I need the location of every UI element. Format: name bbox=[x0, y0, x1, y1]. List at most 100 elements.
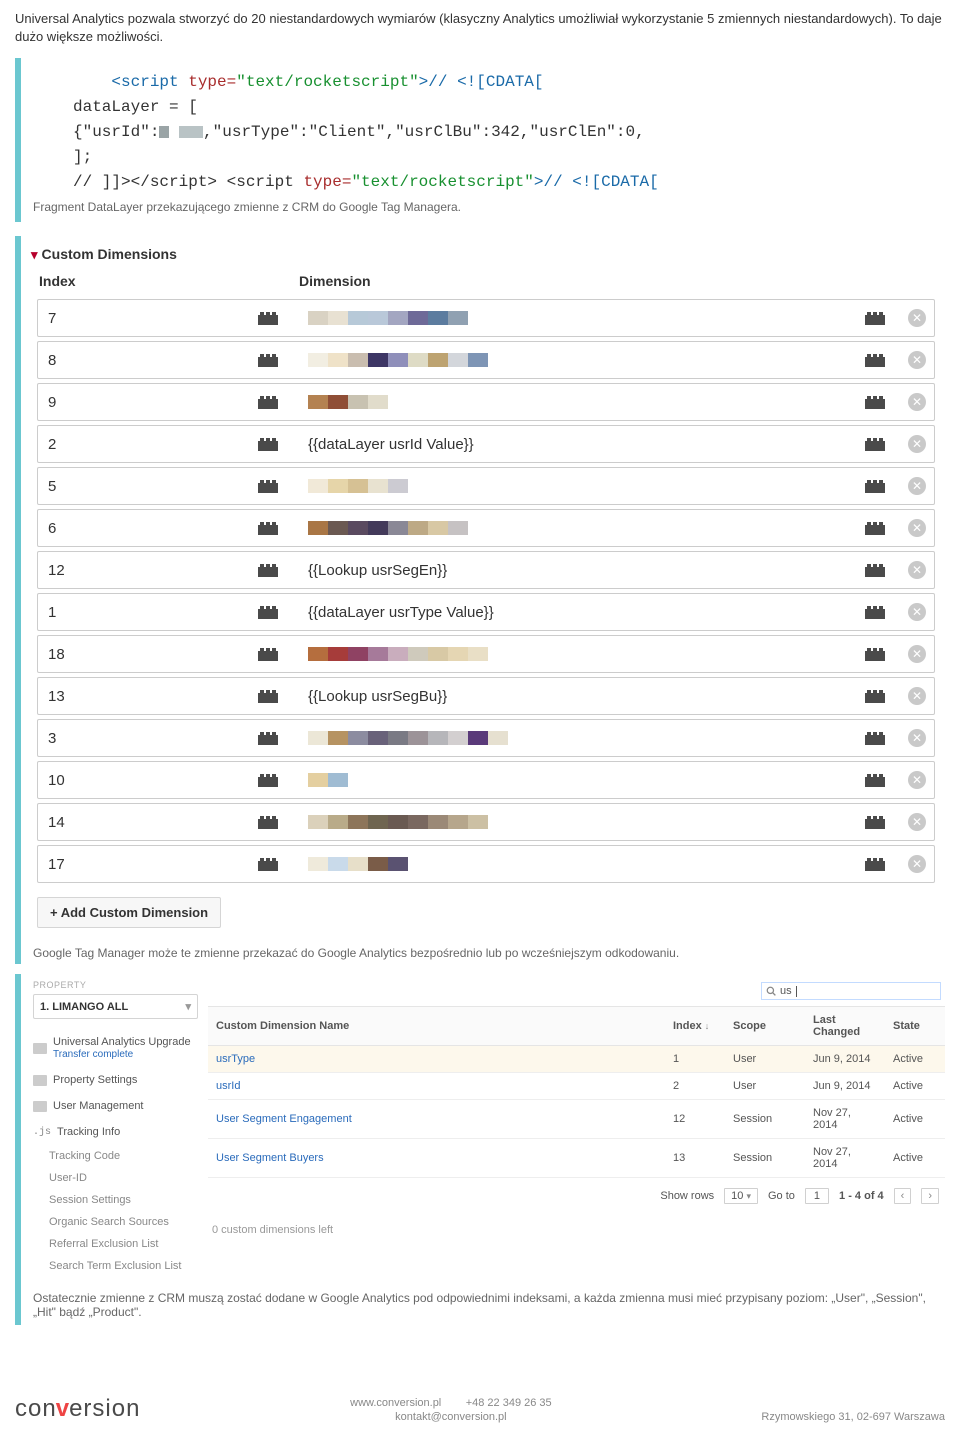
close-icon[interactable]: ✕ bbox=[908, 393, 926, 411]
add-custom-dimension-button[interactable]: + Add Custom Dimension bbox=[37, 897, 221, 928]
th-name[interactable]: Custom Dimension Name bbox=[208, 1007, 665, 1046]
brick-icon bbox=[258, 563, 278, 577]
dimension-name-link[interactable]: usrId bbox=[216, 1080, 240, 1092]
pager-goto-input[interactable]: 1 bbox=[805, 1188, 829, 1204]
th-changed[interactable]: Last Changed bbox=[805, 1007, 885, 1046]
nav-sub-item[interactable]: Referral Exclusion List bbox=[33, 1233, 198, 1255]
table-row[interactable]: User Segment Buyers13SessionNov 27, 2014… bbox=[208, 1139, 945, 1178]
brick-icon bbox=[865, 731, 885, 745]
dimension-value-hidden bbox=[308, 521, 850, 535]
brick-icon bbox=[865, 311, 885, 325]
dimension-row[interactable]: 13{{Lookup usrSegBu}}✕ bbox=[37, 677, 935, 715]
dimension-value-hidden bbox=[308, 311, 850, 325]
close-icon[interactable]: ✕ bbox=[908, 645, 926, 663]
dimension-value: {{dataLayer usrType Value}} bbox=[308, 604, 494, 621]
brick-icon bbox=[865, 395, 885, 409]
close-icon[interactable]: ✕ bbox=[908, 351, 926, 369]
dimension-row[interactable]: 17✕ bbox=[37, 845, 935, 883]
dimension-value-hidden bbox=[308, 395, 850, 409]
pager-rows-select[interactable]: 10 ▾ bbox=[724, 1188, 758, 1204]
nav-property-settings[interactable]: Property Settings bbox=[33, 1067, 198, 1093]
custom-dimensions-header[interactable]: ▾Custom Dimensions bbox=[31, 242, 941, 269]
th-index[interactable]: Index ↓ bbox=[665, 1007, 725, 1046]
settings-icon bbox=[33, 1075, 47, 1086]
brick-icon bbox=[865, 479, 885, 493]
nav-sub-item[interactable]: Tracking Code bbox=[33, 1145, 198, 1167]
close-icon[interactable]: ✕ bbox=[908, 603, 926, 621]
brick-icon bbox=[258, 773, 278, 787]
dimension-index: 14 bbox=[38, 814, 238, 831]
nav-sub-item[interactable]: Search Term Exclusion List bbox=[33, 1255, 198, 1277]
code-quote: <script type="text/rocketscript">// <![C… bbox=[15, 58, 945, 222]
close-icon[interactable]: ✕ bbox=[908, 687, 926, 705]
dimension-row[interactable]: 10✕ bbox=[37, 761, 935, 799]
th-scope[interactable]: Scope bbox=[725, 1007, 805, 1046]
close-icon[interactable]: ✕ bbox=[908, 729, 926, 747]
dimension-row[interactable]: 7✕ bbox=[37, 299, 935, 337]
dimension-index: 13 bbox=[38, 688, 238, 705]
dimension-value: {{Lookup usrSegEn}} bbox=[308, 562, 447, 579]
code-snippet: <script type="text/rocketscript">// <![C… bbox=[33, 66, 945, 200]
th-state[interactable]: State bbox=[885, 1007, 945, 1046]
dimension-row[interactable]: 2{{dataLayer usrId Value}}✕ bbox=[37, 425, 935, 463]
close-icon[interactable]: ✕ bbox=[908, 855, 926, 873]
brick-icon bbox=[865, 815, 885, 829]
brick-icon bbox=[865, 689, 885, 703]
upgrade-icon bbox=[33, 1043, 47, 1054]
nav-sub-item[interactable]: Session Settings bbox=[33, 1189, 198, 1211]
dimensions-left-note: 0 custom dimensions left bbox=[208, 1214, 945, 1236]
brick-icon bbox=[258, 731, 278, 745]
dimension-row[interactable]: 5✕ bbox=[37, 467, 935, 505]
brick-icon bbox=[865, 521, 885, 535]
dimension-value-hidden bbox=[308, 857, 850, 871]
code-caption: Fragment DataLayer przekazującego zmienn… bbox=[33, 200, 945, 214]
close-icon[interactable]: ✕ bbox=[908, 813, 926, 831]
table-row[interactable]: usrId2UserJun 9, 2014Active bbox=[208, 1073, 945, 1100]
close-icon[interactable]: ✕ bbox=[908, 771, 926, 789]
dimension-value-hidden bbox=[308, 479, 850, 493]
dimension-row[interactable]: 12 {{Lookup usrSegEn}} ✕ bbox=[37, 551, 935, 589]
dimension-value-hidden bbox=[308, 815, 850, 829]
dimension-index: 3 bbox=[38, 730, 238, 747]
property-label: PROPERTY bbox=[33, 980, 198, 990]
nav-sub-item[interactable]: User-ID bbox=[33, 1167, 198, 1189]
property-select[interactable]: 1. LIMANGO ALL ▾ bbox=[33, 994, 198, 1019]
table-row[interactable]: User Segment Engagement12SessionNov 27, … bbox=[208, 1100, 945, 1139]
brick-icon bbox=[258, 689, 278, 703]
search-input[interactable]: us bbox=[761, 982, 941, 1000]
nav-sub-item[interactable]: Organic Search Sources bbox=[33, 1211, 198, 1233]
dimension-value-hidden bbox=[308, 731, 850, 745]
nav-ua-upgrade[interactable]: Universal Analytics Upgrade Transfer com… bbox=[33, 1029, 198, 1067]
close-icon[interactable]: ✕ bbox=[908, 561, 926, 579]
brick-icon bbox=[865, 563, 885, 577]
dimension-index: 9 bbox=[38, 394, 238, 411]
dimension-row[interactable]: 18✕ bbox=[37, 635, 935, 673]
close-icon[interactable]: ✕ bbox=[908, 435, 926, 453]
nav-user-management[interactable]: User Management bbox=[33, 1093, 198, 1119]
nav-tracking-info[interactable]: .jsTracking Info bbox=[33, 1119, 198, 1145]
dimension-row[interactable]: 8✕ bbox=[37, 341, 935, 379]
brick-icon bbox=[258, 311, 278, 325]
dimension-value-hidden bbox=[308, 353, 850, 367]
close-icon[interactable]: ✕ bbox=[908, 309, 926, 327]
dimension-index: 2 bbox=[38, 436, 238, 453]
users-icon bbox=[33, 1101, 47, 1112]
col-index-header: Index bbox=[39, 273, 299, 289]
caret-down-icon: ▾ bbox=[746, 1191, 751, 1201]
dimension-row[interactable]: 6✕ bbox=[37, 509, 935, 547]
table-row[interactable]: usrType1UserJun 9, 2014Active bbox=[208, 1046, 945, 1073]
pager-prev[interactable]: ‹ bbox=[894, 1188, 912, 1204]
dimension-row[interactable]: 14 ✕ bbox=[37, 803, 935, 841]
dimension-row[interactable]: 3✕ bbox=[37, 719, 935, 757]
pager-next[interactable]: › bbox=[921, 1188, 939, 1204]
dimension-index: 12 bbox=[38, 562, 238, 579]
dimension-row[interactable]: 9✕ bbox=[37, 383, 935, 421]
dimension-row[interactable]: 1{{dataLayer usrType Value}}✕ bbox=[37, 593, 935, 631]
close-icon[interactable]: ✕ bbox=[908, 519, 926, 537]
close-icon[interactable]: ✕ bbox=[908, 477, 926, 495]
dimension-name-link[interactable]: User Segment Engagement bbox=[216, 1113, 352, 1125]
dimension-value-hidden bbox=[308, 773, 850, 787]
dimension-name-link[interactable]: User Segment Buyers bbox=[216, 1152, 324, 1164]
brick-icon bbox=[258, 479, 278, 493]
dimension-name-link[interactable]: usrType bbox=[216, 1053, 255, 1065]
